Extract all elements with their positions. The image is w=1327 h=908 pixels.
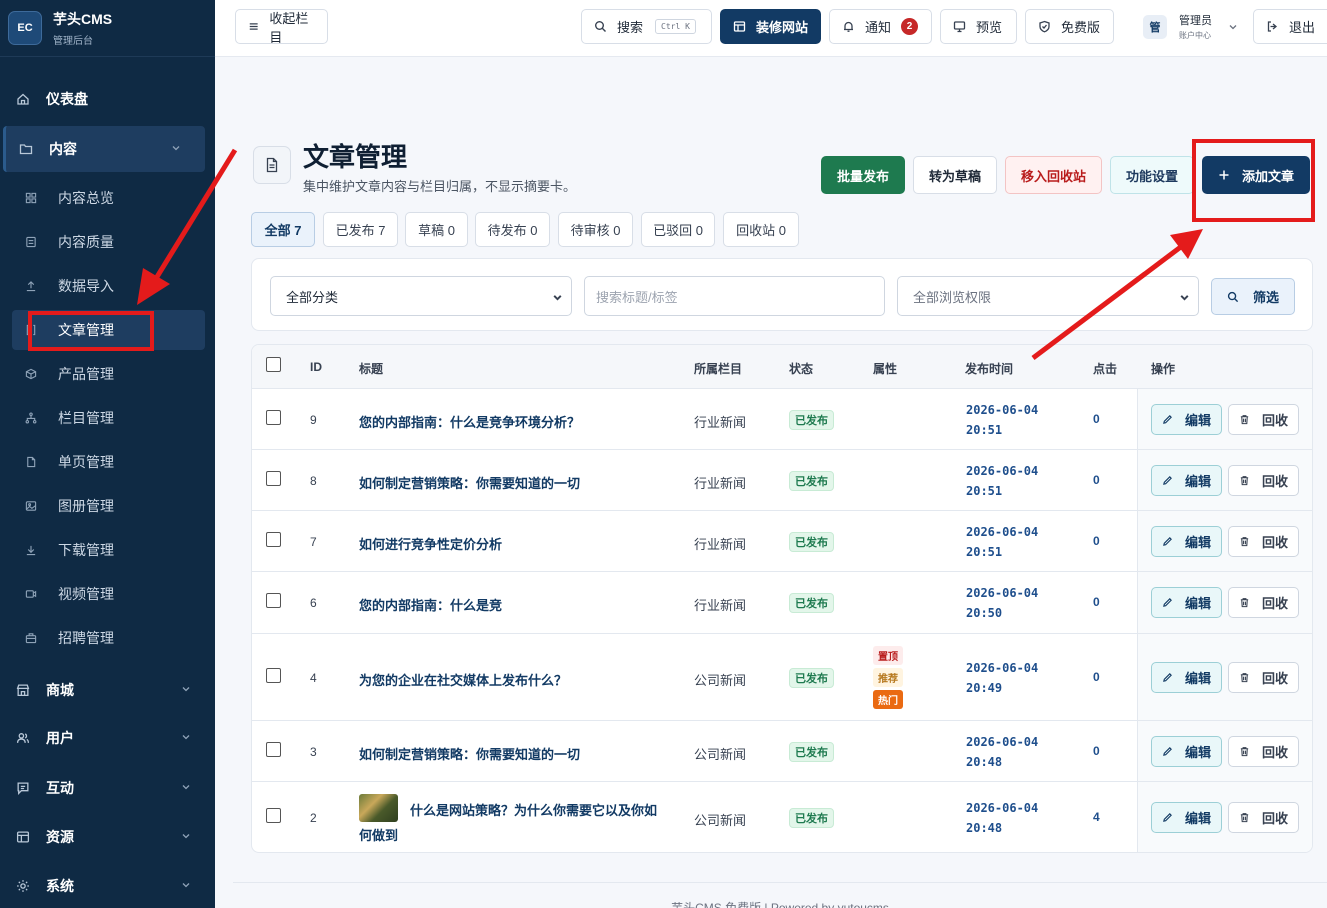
annotation-arrowhead — [137, 268, 170, 305]
annotation-arrow-line — [1031, 244, 1184, 360]
annotation-arrowhead — [1170, 229, 1203, 259]
annotation-arrow-line — [149, 148, 238, 287]
annotation-arrows — [137, 148, 1203, 360]
